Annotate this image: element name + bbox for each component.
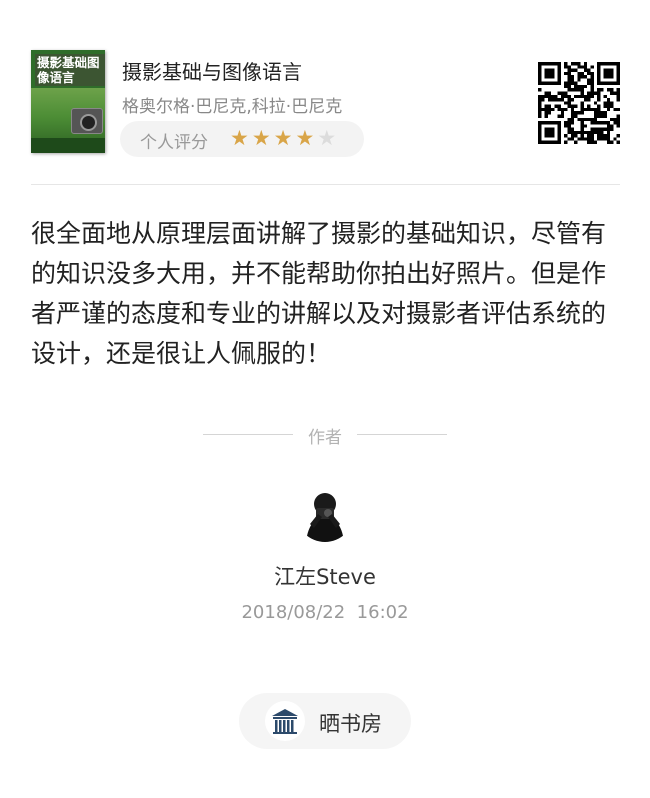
avatar[interactable] [296, 484, 354, 542]
post-datetime: 2018/08/22 16:02 [241, 602, 409, 623]
separator-left [203, 434, 293, 435]
cover-title: 摄影基础图像语言 [35, 54, 105, 86]
author-name[interactable]: 江左Steve [0, 561, 650, 591]
rating-pill: 个人评分 ★ ★ ★ ★ ★ [120, 121, 364, 157]
qr-code-icon [538, 62, 620, 144]
star-filled-icon: ★ [273, 126, 293, 150]
book-cover[interactable]: 摄影基础图像语言 [31, 50, 105, 153]
star-filled-icon: ★ [251, 126, 271, 150]
app-name: 晒书房 [319, 712, 382, 736]
separator-right [357, 434, 447, 435]
author-section-label: 作者 [308, 428, 342, 448]
star-filled-icon: ★ [230, 126, 249, 150]
star-empty-icon: ★ [317, 126, 337, 150]
rating-stars: ★ ★ ★ ★ ★ [230, 126, 336, 150]
book-author: 格奥尔格·巴尼克,科拉·巴尼克 [122, 97, 343, 117]
camera-icon [71, 108, 103, 134]
bookshelf-icon [265, 701, 305, 741]
star-filled-icon: ★ [295, 126, 315, 150]
rating-label: 个人评分 [140, 133, 208, 153]
divider [31, 184, 620, 185]
cover-band [31, 138, 105, 153]
book-title[interactable]: 摄影基础与图像语言 [122, 56, 302, 85]
app-badge[interactable]: 晒书房 [239, 693, 411, 749]
review-text: 很全面地从原理层面讲解了摄影的基础知识，尽管有的知识没多大用，并不能帮助你拍出好… [31, 219, 607, 368]
